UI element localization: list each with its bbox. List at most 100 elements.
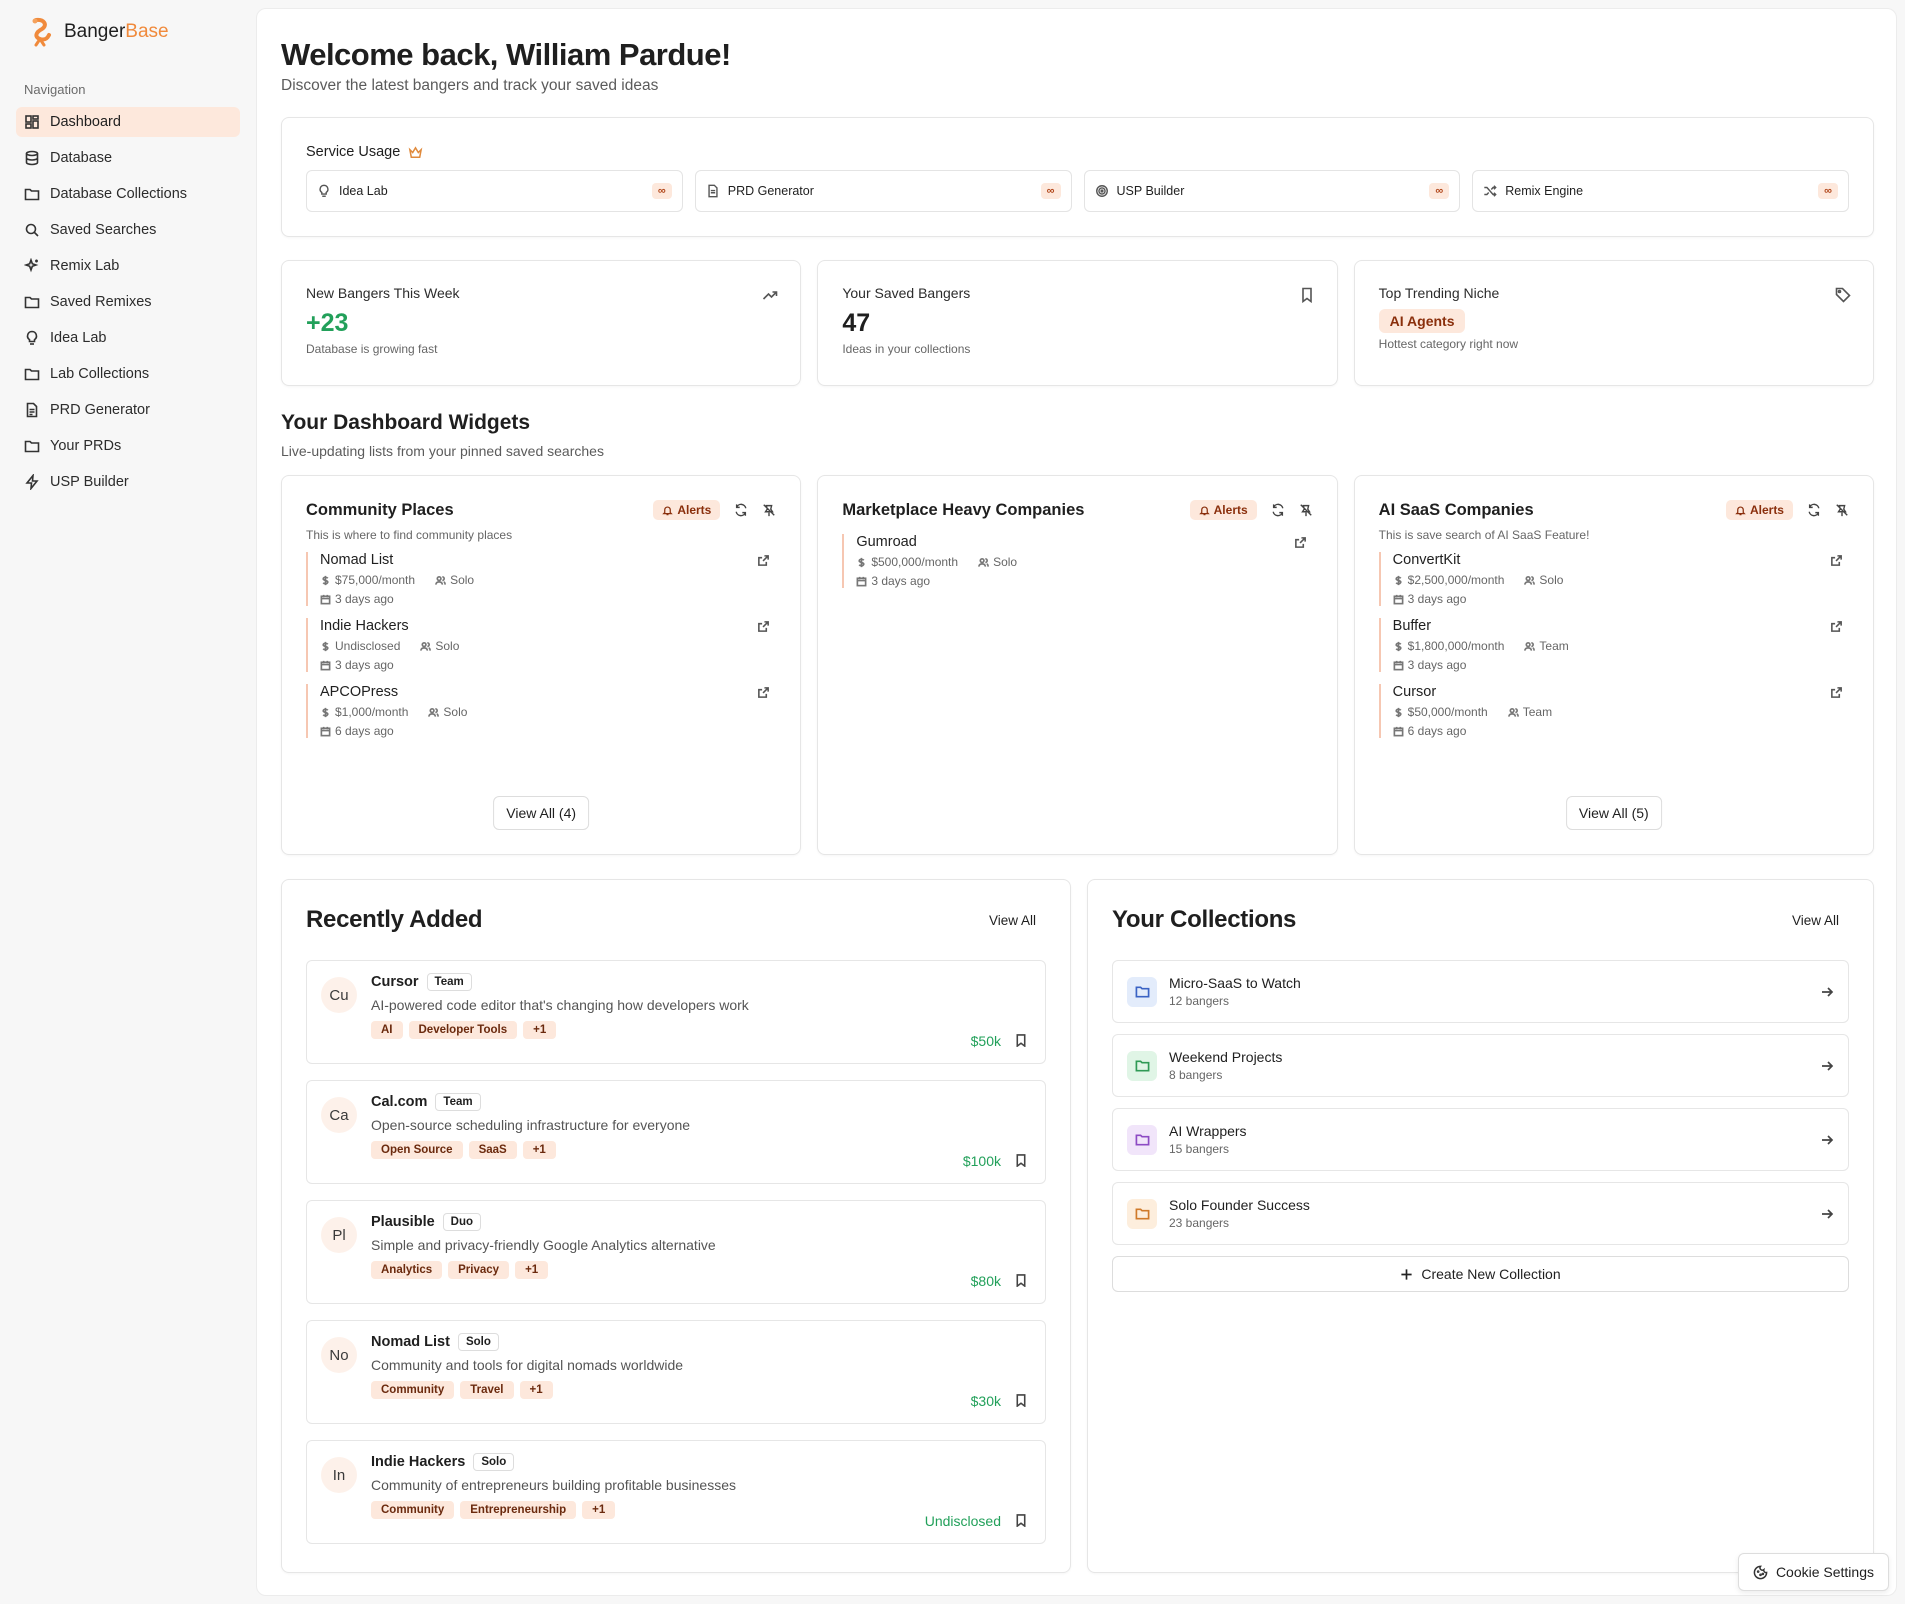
- brand[interactable]: BangerBase: [28, 16, 240, 48]
- widget-entry[interactable]: Buffer $1,800,000/month Team 3 days ago: [1378, 618, 1849, 672]
- sidebar-item-remix-lab[interactable]: Remix Lab: [16, 251, 240, 281]
- unpin-icon[interactable]: [762, 503, 776, 517]
- recent-view-all-link[interactable]: View All: [989, 913, 1036, 928]
- sidebar-item-usp-builder[interactable]: USP Builder: [16, 467, 240, 497]
- bookmark-icon[interactable]: [1015, 1274, 1027, 1287]
- widget-entry[interactable]: Gumroad $500,000/month Solo 3 days ago: [842, 534, 1312, 588]
- users-icon: [435, 575, 446, 585]
- list-item[interactable]: In Indie Hackers Solo Community of entrep…: [306, 1440, 1046, 1544]
- team-size-badge: Team: [435, 1093, 481, 1111]
- unpin-icon[interactable]: [1835, 503, 1849, 517]
- widget-community-places: Community Places Alerts This is where to…: [281, 475, 802, 855]
- entry-date: 3 days ago: [871, 574, 931, 588]
- view-all-button[interactable]: View All (5): [1565, 796, 1662, 830]
- view-all-button[interactable]: View All (4): [493, 796, 590, 830]
- alerts-button[interactable]: Alerts: [653, 500, 721, 520]
- sidebar-item-database-collections[interactable]: Database Collections: [16, 179, 240, 209]
- sidebar-item-label: USP Builder: [50, 474, 129, 490]
- recently-added-title: Recently Added: [306, 906, 483, 933]
- tag: +1: [582, 1501, 616, 1519]
- calendar-icon: [320, 660, 331, 670]
- dollar-icon: [1395, 575, 1402, 585]
- sidebar-item-saved-remixes[interactable]: Saved Remixes: [16, 287, 240, 317]
- collection-item[interactable]: Micro-SaaS to Watch 12 bangers: [1112, 960, 1849, 1023]
- sidebar-item-idea-lab[interactable]: Idea Lab: [16, 323, 240, 353]
- external-link-icon[interactable]: [1830, 686, 1843, 699]
- external-link-icon[interactable]: [1830, 620, 1843, 633]
- list-item[interactable]: Pl Plausible Duo Simple and privacy-frien…: [306, 1200, 1046, 1304]
- refresh-icon[interactable]: [1271, 503, 1285, 517]
- tag: Entrepreneurship: [460, 1501, 577, 1519]
- revenue: $30k: [970, 1393, 1001, 1409]
- dollar-icon: [1395, 707, 1402, 717]
- folder-icon: [1135, 1134, 1149, 1146]
- sidebar-item-your-prds[interactable]: Your PRDs: [16, 431, 240, 461]
- tag: +1: [522, 1141, 556, 1159]
- entry-name: Nomad List: [320, 552, 394, 568]
- dollar-icon: [858, 557, 865, 567]
- sidebar-item-label: Dashboard: [50, 114, 121, 130]
- external-link-icon[interactable]: [1294, 536, 1307, 549]
- sidebar-item-label: Saved Searches: [50, 222, 157, 238]
- alerts-button[interactable]: Alerts: [1725, 500, 1793, 520]
- external-link-icon[interactable]: [757, 554, 770, 567]
- entry-revenue: $1,800,000/month: [1407, 639, 1505, 653]
- sparkles-icon: [24, 258, 39, 273]
- page-subtitle: Discover the latest bangers and track yo…: [281, 77, 659, 94]
- external-link-icon[interactable]: [1830, 554, 1843, 567]
- item-name: Nomad List: [371, 1334, 450, 1350]
- list-item[interactable]: Ca Cal.com Team Open-source scheduling in…: [306, 1080, 1046, 1184]
- item-description: Community and tools for digital nomads w…: [371, 1357, 684, 1373]
- avatar: In: [321, 1457, 357, 1493]
- avatar: Ca: [321, 1097, 357, 1133]
- list-item[interactable]: Cu Cursor Team AI-powered code editor tha…: [306, 960, 1046, 1064]
- bookmark-icon[interactable]: [1015, 1514, 1027, 1527]
- create-collection-button[interactable]: Create New Collection: [1112, 1256, 1849, 1292]
- collection-item[interactable]: Weekend Projects 8 bangers: [1112, 1034, 1849, 1097]
- usage-item-remix-engine[interactable]: Remix Engine ∞: [1472, 170, 1849, 212]
- collection-item[interactable]: Solo Founder Success 23 bangers: [1112, 1182, 1849, 1245]
- collections-view-all-link[interactable]: View All: [1792, 913, 1839, 928]
- sidebar-item-label: Lab Collections: [50, 366, 150, 382]
- widget-entry[interactable]: Indie Hackers Undisclosed Solo 3 days ago: [306, 618, 776, 672]
- sidebar-item-prd-generator[interactable]: PRD Generator: [16, 395, 240, 425]
- widgets-section-subtitle: Live-updating lists from your pinned sav…: [281, 443, 604, 459]
- widget-entry[interactable]: ConvertKit $2,500,000/month Solo 3 days a…: [1378, 552, 1849, 606]
- usage-item-idea-lab[interactable]: Idea Lab ∞: [306, 170, 683, 212]
- team-size-badge: Solo: [473, 1453, 515, 1471]
- bookmark-icon[interactable]: [1015, 1154, 1027, 1167]
- sidebar-item-lab-collections[interactable]: Lab Collections: [16, 359, 240, 389]
- widgets-row: Community Places Alerts This is where to…: [281, 475, 1874, 855]
- external-link-icon[interactable]: [757, 620, 770, 633]
- usage-item-usp-builder[interactable]: USP Builder ∞: [1083, 170, 1461, 212]
- unpin-icon[interactable]: [1299, 503, 1313, 517]
- tag: Analytics: [371, 1261, 443, 1279]
- tag: +1: [515, 1261, 549, 1279]
- collection-item[interactable]: AI Wrappers 15 bangers: [1112, 1108, 1849, 1171]
- tag: +1: [519, 1381, 553, 1399]
- usage-item-prd-generator[interactable]: PRD Generator ∞: [694, 170, 1072, 212]
- widget-entry[interactable]: Nomad List $75,000/month Solo 3 days ago: [306, 552, 776, 606]
- widget-title: AI SaaS Companies: [1378, 500, 1534, 519]
- widget-entry[interactable]: APCOPress $1,000/month Solo 6 days ago: [306, 684, 776, 738]
- widget-description: This is where to find community places: [306, 528, 513, 542]
- sidebar-item-database[interactable]: Database: [16, 143, 240, 173]
- alerts-button[interactable]: Alerts: [1189, 500, 1257, 520]
- bookmark-icon[interactable]: [1015, 1394, 1027, 1407]
- refresh-icon[interactable]: [1807, 503, 1821, 517]
- cookie-icon: [1753, 1565, 1768, 1579]
- bookmark-icon[interactable]: [1015, 1034, 1027, 1047]
- list-item[interactable]: No Nomad List Solo Community and tools fo…: [306, 1320, 1046, 1424]
- tag: Privacy: [448, 1261, 510, 1279]
- refresh-icon[interactable]: [734, 503, 748, 517]
- dashboard-icon: [25, 115, 39, 129]
- entry-team: Solo: [450, 573, 475, 587]
- sidebar-item-saved-searches[interactable]: Saved Searches: [16, 215, 240, 245]
- lightbulb-icon: [26, 330, 38, 345]
- sidebar-item-dashboard[interactable]: Dashboard: [16, 107, 240, 137]
- widget-entry[interactable]: Cursor $50,000/month Team 6 days ago: [1378, 684, 1849, 738]
- external-link-icon[interactable]: [757, 686, 770, 699]
- collection-icon-wrap: [1127, 1124, 1157, 1155]
- entry-date: 3 days ago: [335, 592, 394, 606]
- cookie-settings-button[interactable]: Cookie Settings: [1737, 1553, 1889, 1591]
